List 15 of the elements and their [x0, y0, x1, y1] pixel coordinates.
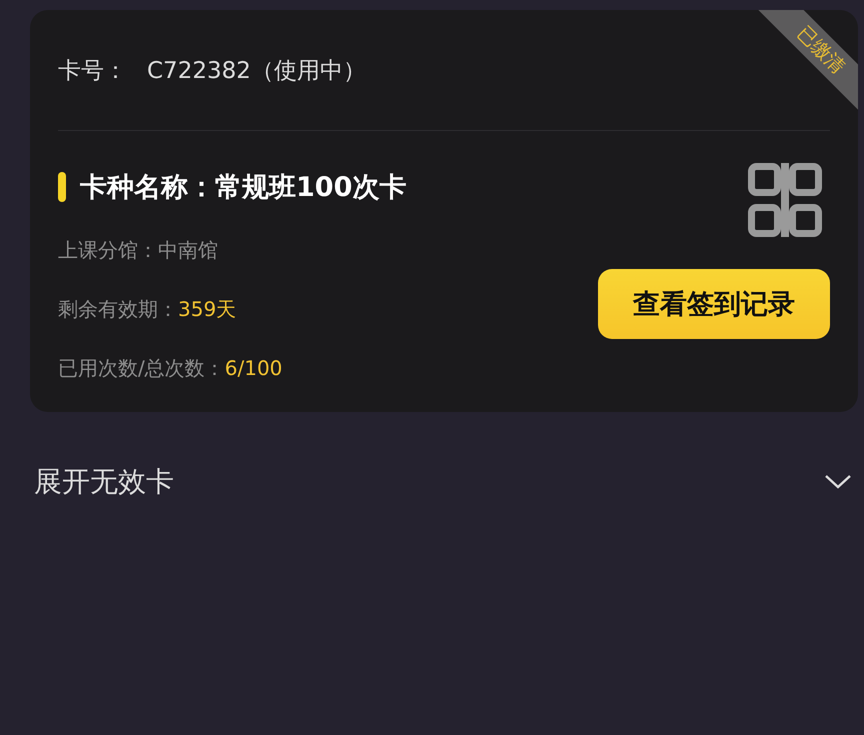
card-number: C722382（使用中） — [147, 56, 366, 86]
detail-label: 剩余有效期： — [58, 296, 178, 322]
detail-value: 6/100 — [224, 356, 282, 380]
detail-value: 359天 — [178, 296, 236, 322]
accent-bar — [58, 172, 66, 202]
detail-value: 中南馆 — [158, 236, 218, 264]
detail-label: 已用次数/总次数： — [58, 354, 225, 382]
expand-row[interactable]: 展开无效卡 — [34, 460, 852, 504]
chevron-down-icon[interactable] — [824, 474, 852, 490]
card-number-label: 卡号： — [58, 56, 127, 86]
qr-code-icon[interactable] — [748, 163, 822, 237]
expand-label: 展开无效卡 — [34, 464, 174, 500]
check-in-records-button[interactable]: 查看签到记录 — [598, 269, 830, 339]
card-type-title: 卡种名称：常规班100次卡 — [80, 171, 406, 205]
detail-label: 上课分馆： — [58, 236, 158, 264]
